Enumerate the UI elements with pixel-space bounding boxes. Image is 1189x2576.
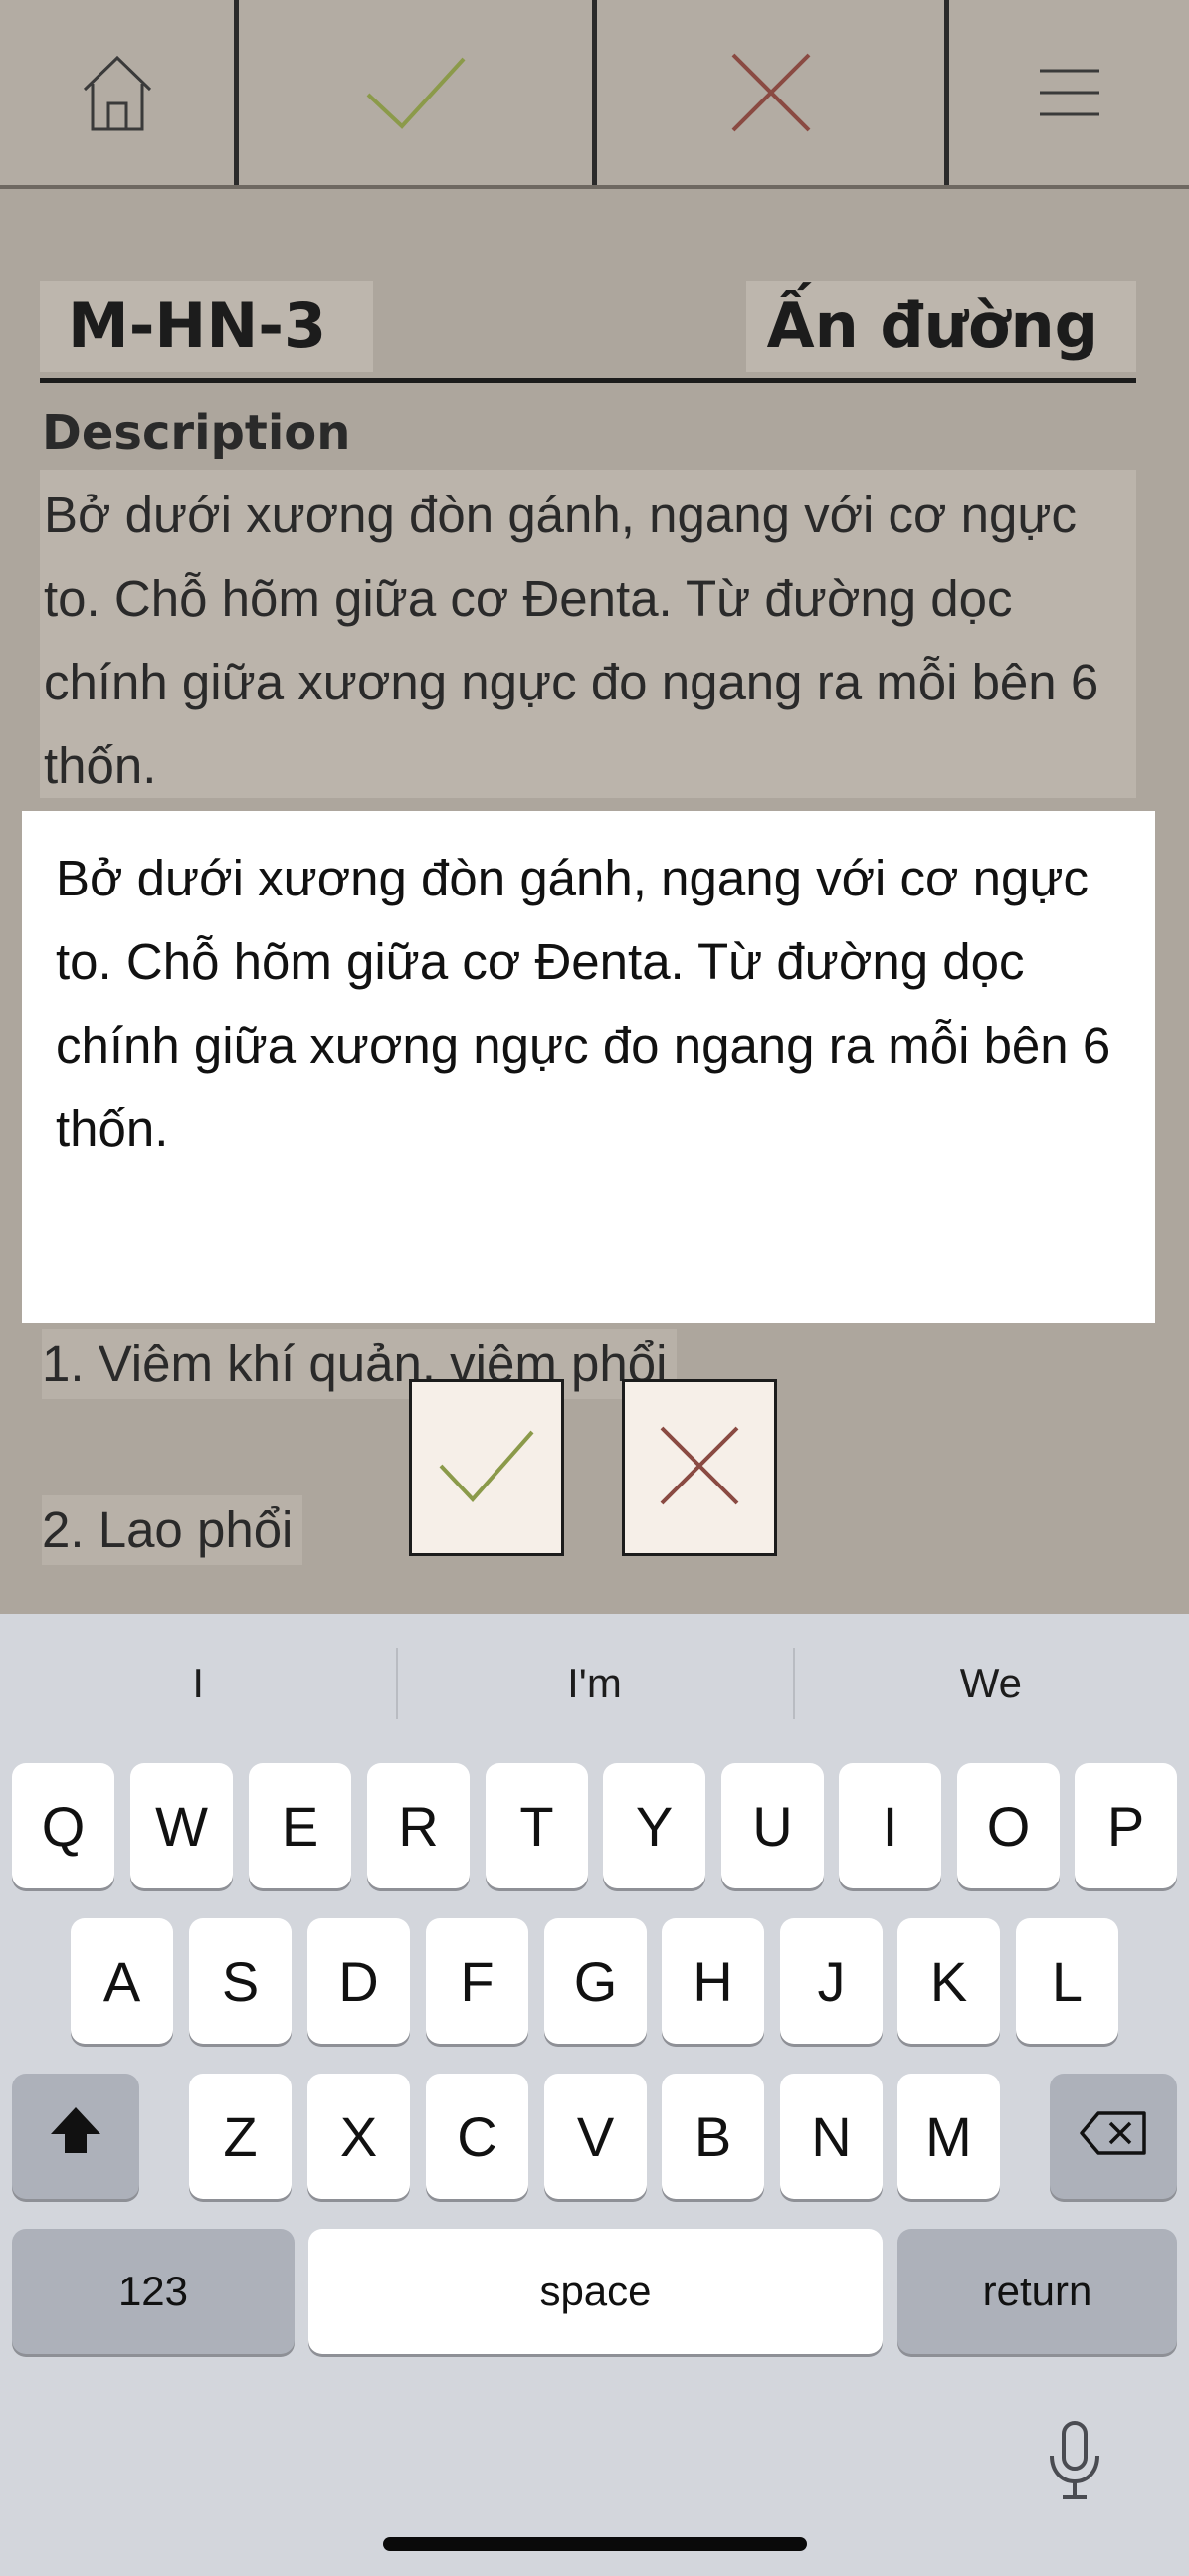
point-name: Ấn đường xyxy=(746,281,1136,372)
backspace-key[interactable] xyxy=(1050,2074,1177,2199)
key-a[interactable]: A xyxy=(71,1918,173,2044)
key-h[interactable]: H xyxy=(662,1918,764,2044)
suggestion-bar: I I'm We xyxy=(0,1614,1189,1753)
key-v[interactable]: V xyxy=(544,2074,647,2199)
key-f[interactable]: F xyxy=(426,1918,528,2044)
key-y[interactable]: Y xyxy=(603,1763,705,1888)
key-c[interactable]: C xyxy=(426,2074,528,2199)
close-icon xyxy=(729,51,813,134)
point-code: M-HN-3 xyxy=(40,281,373,372)
checkmark-icon xyxy=(437,1428,536,1508)
key-n[interactable]: N xyxy=(780,2074,883,2199)
return-key[interactable]: return xyxy=(897,2229,1177,2354)
key-t[interactable]: T xyxy=(486,1763,588,1888)
key-o[interactable]: O xyxy=(957,1763,1060,1888)
menu-icon xyxy=(1038,68,1101,117)
indication-item: 2. Lao phổi xyxy=(42,1495,303,1565)
dictation-button[interactable] xyxy=(1040,2418,1109,2507)
key-z[interactable]: Z xyxy=(189,2074,292,2199)
key-p[interactable]: P xyxy=(1075,1763,1177,1888)
description-editor[interactable]: Bở dưới xương đòn gánh, ngang với cơ ngự… xyxy=(22,811,1155,1323)
suggestion-item[interactable]: We xyxy=(792,1614,1189,1753)
indication-item: 1. Viêm khí quản, viêm phổi xyxy=(42,1329,678,1399)
key-e[interactable]: E xyxy=(249,1763,351,1888)
key-u[interactable]: U xyxy=(721,1763,824,1888)
home-button[interactable] xyxy=(0,0,239,185)
suggestion-item[interactable]: I'm xyxy=(396,1614,792,1753)
key-s[interactable]: S xyxy=(189,1918,292,2044)
numbers-key[interactable]: 123 xyxy=(12,2229,295,2354)
home-icon xyxy=(81,52,154,133)
top-toolbar xyxy=(0,0,1189,189)
description-text[interactable]: Bở dưới xương đòn gánh, ngang với cơ ngự… xyxy=(40,470,1136,798)
key-x[interactable]: X xyxy=(307,2074,410,2199)
save-edit-button[interactable] xyxy=(409,1379,564,1556)
key-g[interactable]: G xyxy=(544,1918,647,2044)
key-m[interactable]: M xyxy=(897,2074,1000,2199)
key-i[interactable]: I xyxy=(839,1763,941,1888)
key-l[interactable]: L xyxy=(1016,1918,1118,2044)
key-d[interactable]: D xyxy=(307,1918,410,2044)
cancel-edit-button[interactable] xyxy=(622,1379,777,1556)
key-k[interactable]: K xyxy=(897,1918,1000,2044)
suggestion-item[interactable]: I xyxy=(0,1614,396,1753)
menu-button[interactable] xyxy=(949,0,1189,185)
shift-key[interactable] xyxy=(12,2074,139,2199)
backspace-icon xyxy=(1079,2104,1148,2169)
key-r[interactable]: R xyxy=(367,1763,470,1888)
home-indicator[interactable] xyxy=(383,2537,807,2551)
cancel-button[interactable] xyxy=(597,0,949,185)
key-b[interactable]: B xyxy=(662,2074,764,2199)
key-w[interactable]: W xyxy=(130,1763,233,1888)
shift-icon xyxy=(48,2104,103,2169)
key-q[interactable]: Q xyxy=(12,1763,114,1888)
space-key[interactable]: space xyxy=(308,2229,883,2354)
header-divider xyxy=(40,378,1136,383)
description-heading: Description xyxy=(42,405,351,461)
confirm-button[interactable] xyxy=(239,0,597,185)
onscreen-keyboard: I I'm We Q W E R T Y U I O P A S D F G H… xyxy=(0,1614,1189,2576)
key-j[interactable]: J xyxy=(780,1918,883,2044)
checkmark-icon xyxy=(364,55,468,130)
close-icon xyxy=(658,1424,741,1512)
microphone-icon xyxy=(1047,2420,1102,2506)
